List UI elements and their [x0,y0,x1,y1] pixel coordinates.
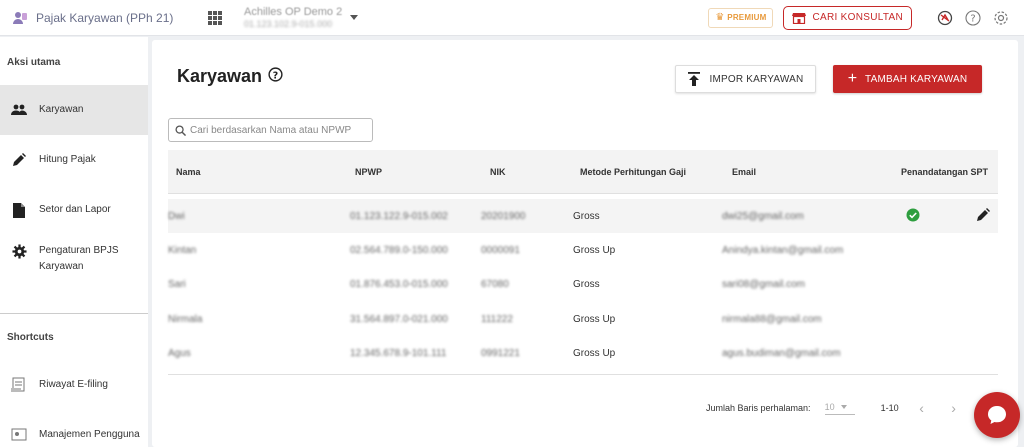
gear-icon [11,243,27,259]
impor-karyawan-button[interactable]: IMPOR KARYAWAN [675,65,816,93]
col-nik[interactable]: NIK [490,167,506,177]
cell-metode: Gross Up [573,348,616,359]
prev-page-button[interactable]: ‹ [913,400,931,416]
cell-email: Anindya.kintan@gmail.com [722,245,844,256]
top-bar: Pajak Karyawan (PPh 21) Achilles OP Demo… [0,0,1024,36]
chat-bubble-icon [988,406,1006,424]
cell-email: dwi25@gmail.com [722,211,804,222]
rows-per-page-select[interactable]: 10 [824,402,855,415]
cell-nama: Kintan [168,245,197,256]
col-penandatangan[interactable]: Penandatangan SPT [901,167,988,177]
sidebar-item-karyawan[interactable]: Karyawan [0,85,148,135]
check-circle-icon [906,208,920,222]
section-aksi-utama: Aksi utama [7,57,61,68]
company-selector[interactable]: Achilles OP Demo 2 01.123.102.9-015.000 [244,6,359,29]
table-row[interactable]: Sari 01.876.453.0-015.000 67080 Gross sa… [168,267,998,301]
cell-nama: Dwi [168,211,185,222]
cell-nik: 0000091 [481,245,520,256]
cell-metode: Gross [573,211,600,222]
col-email[interactable]: Email [732,167,756,177]
cell-nik: 111222 [481,314,513,325]
chat-button[interactable] [974,392,1020,438]
pagination: Jumlah Baris perhalaman: 10 1-10 ‹ › [706,400,963,416]
grid-apps-icon[interactable] [208,10,222,25]
table-divider [168,374,998,375]
search-box [168,118,373,142]
rows-per-page-label: Jumlah Baris perhalaman: [706,403,811,413]
section-shortcuts: Shortcuts [7,332,54,343]
company-name: Achilles OP Demo 2 [244,6,343,18]
pencil-icon [11,152,27,168]
search-input[interactable] [190,124,370,136]
edit-pencil-icon[interactable] [976,208,990,222]
table-row[interactable]: Dwi 01.123.122.9-015.002 20201900 Gross … [168,199,998,233]
chevron-down-icon [350,15,359,20]
cell-npwp: 02.564.789.0-150.000 [350,245,448,256]
table-row[interactable]: Nirmala 31.564.897.0-021.000 111222 Gros… [168,302,998,336]
cell-nama: Nirmala [168,314,203,325]
cell-nama: Sari [168,279,186,290]
tambah-karyawan-button[interactable]: + TAMBAH KARYAWAN [833,65,982,93]
cell-npwp: 01.876.453.0-015.000 [350,279,448,290]
cell-nik: 20201900 [481,211,526,222]
company-npwp: 01.123.102.9-015.000 [244,19,333,29]
col-metode[interactable]: Metode Perhitungan Gaji [580,167,686,177]
cell-npwp: 31.564.897.0-021.000 [350,314,448,325]
col-npwp[interactable]: NPWP [355,167,382,177]
cell-metode: Gross Up [573,314,616,325]
page-range: 1-10 [880,403,899,413]
premium-badge: ♛ PREMIUM [708,7,774,28]
cell-metode: Gross [573,279,600,290]
col-nama[interactable]: Nama [176,167,201,177]
cell-email: sari08@gmail.com [722,279,805,290]
help-icon[interactable]: ? [964,9,982,27]
table-row[interactable]: Kintan 02.564.789.0-150.000 0000091 Gros… [168,233,998,267]
plus-icon: + [847,70,858,87]
cell-email: nirmala88@gmail.com [722,314,822,325]
chevron-down-icon [840,404,847,409]
people-icon [11,102,27,118]
app-logo-icon [13,11,27,24]
cell-nik: 0991221 [481,348,520,359]
crown-icon: ♛ [715,12,725,23]
app-name: Pajak Karyawan (PPh 21) [36,10,174,25]
page-title: Karyawan ? [177,66,283,87]
brand[interactable]: Pajak Karyawan (PPh 21) [12,10,192,26]
help-icon[interactable]: ? [268,66,283,87]
sidebar-item-pengaturan-bpjs[interactable]: Pengaturan BPJS Karyawan [0,235,148,297]
cell-npwp: 01.123.122.9-015.002 [350,211,448,222]
document-icon [11,202,27,218]
shortcut-manajemen-pengguna[interactable]: Manajemen Pengguna [0,410,148,447]
store-icon [792,12,807,24]
next-page-button[interactable]: › [945,400,963,416]
cari-konsultan-button[interactable]: CARI KONSULTAN [783,5,912,30]
gear-icon[interactable] [992,9,1010,27]
cell-npwp: 12.345.678.9-101.111 [350,348,447,359]
sidebar-item-hitung-pajak[interactable]: Hitung Pajak [0,135,148,185]
shortcut-riwayat-efiling[interactable]: Riwayat E-filing [0,360,148,410]
search-icon [175,124,186,136]
cell-nama: Agus [168,348,191,359]
table-row[interactable]: Agus 12.345.678.9-101.111 0991221 Gross … [168,336,998,370]
svg-text:?: ? [970,13,975,24]
cell-email: agus.budiman@gmail.com [722,348,841,359]
users-manage-icon [11,427,27,443]
table-header: Nama NPWP NIK Metode Perhitungan Gaji Em… [168,150,998,194]
svg-text:?: ? [273,70,278,81]
cell-metode: Gross Up [573,245,616,256]
sidebar: Aksi utama Karyawan Hitung Pajak Setor d… [0,37,148,447]
sidebar-item-setor-lapor[interactable]: Setor dan Lapor [0,185,148,235]
badge-icon[interactable] [936,9,954,27]
cell-nik: 67080 [481,279,509,290]
upload-icon [687,72,700,86]
efiling-icon [11,377,27,393]
main-card: Karyawan ? IMPOR KARYAWAN + TAMBAH KARYA… [152,40,1018,447]
